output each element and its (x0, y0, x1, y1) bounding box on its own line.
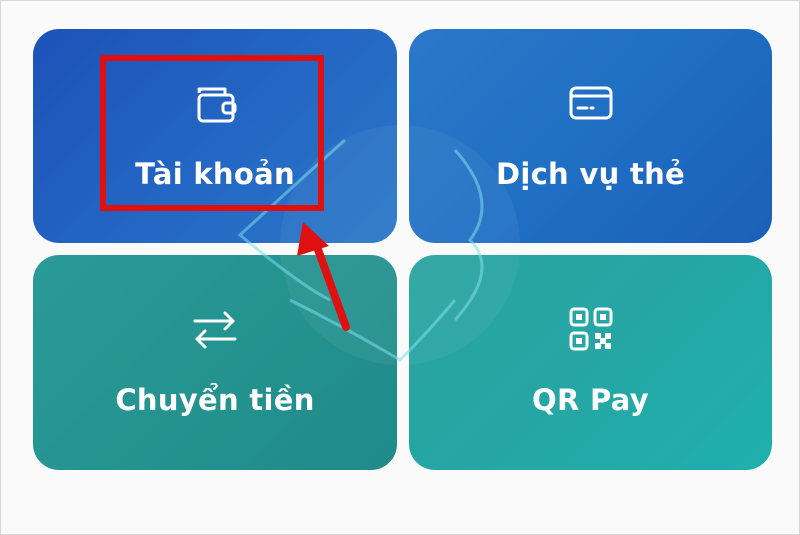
card-service-tile[interactable]: Dịch vụ thẻ (409, 29, 772, 243)
menu-grid: Tài khoản Dịch vụ thẻ Chuyển tiền QR Pay (0, 0, 800, 535)
credit-card-icon (569, 86, 612, 120)
wallet-icon (197, 87, 237, 123)
transfer-label: Chuyển tiền (115, 383, 315, 417)
qr-code-icon (569, 307, 612, 351)
qr-pay-label: QR Pay (532, 383, 649, 417)
account-tile[interactable]: Tài khoản (33, 29, 397, 243)
transfer-arrows-icon (193, 311, 237, 349)
transfer-tile[interactable]: Chuyển tiền (33, 255, 397, 470)
qr-pay-tile[interactable]: QR Pay (409, 255, 772, 470)
card-service-label: Dịch vụ thẻ (495, 157, 686, 191)
account-label: Tài khoản (135, 157, 295, 191)
